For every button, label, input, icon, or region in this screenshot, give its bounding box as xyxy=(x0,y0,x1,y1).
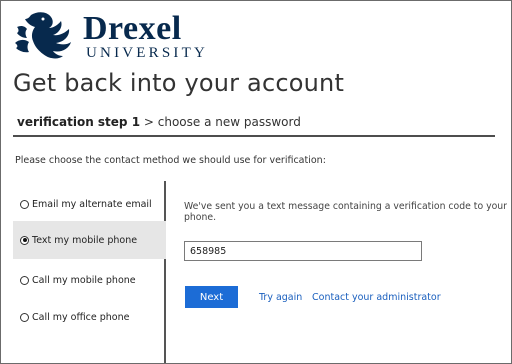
next-step: choose a new password xyxy=(157,115,301,129)
method-call-mobile[interactable]: Call my mobile phone xyxy=(13,261,166,299)
method-text-mobile[interactable]: Text my mobile phone xyxy=(13,221,166,259)
method-email-alternate[interactable]: Email my alternate email xyxy=(13,185,166,223)
radio-selected-icon[interactable] xyxy=(20,235,29,245)
next-button[interactable]: Next xyxy=(185,286,238,308)
contact-method-prompt: Please choose the contact method we shou… xyxy=(15,155,326,166)
verification-message: We've sent you a text message containing… xyxy=(184,201,508,223)
radio-icon[interactable] xyxy=(20,199,29,209)
radio-icon[interactable] xyxy=(20,275,29,285)
brand-name: Drexel xyxy=(83,10,182,47)
verification-code-input[interactable] xyxy=(184,241,422,261)
contact-method-list: Email my alternate email Text my mobile … xyxy=(13,181,166,363)
method-label: Call my mobile phone xyxy=(32,274,136,286)
header-divider xyxy=(13,135,495,137)
try-again-link[interactable]: Try again xyxy=(259,292,302,303)
password-reset-window: Drexel UNIVERSITY Get back into your acc… xyxy=(0,0,512,364)
dragon-icon xyxy=(15,12,71,59)
page-title: Get back into your account xyxy=(13,69,345,97)
method-label: Text my mobile phone xyxy=(32,234,138,246)
radio-icon[interactable] xyxy=(20,312,29,322)
drexel-logo: Drexel UNIVERSITY xyxy=(13,9,213,61)
step-breadcrumb: verification step 1 > choose a new passw… xyxy=(17,115,301,129)
brand-subtitle: UNIVERSITY xyxy=(86,45,208,61)
method-call-office[interactable]: Call my office phone xyxy=(13,298,166,336)
contact-admin-link[interactable]: Contact your administrator xyxy=(312,292,441,303)
current-step: verification step 1 xyxy=(17,115,141,129)
method-label: Email my alternate email xyxy=(32,198,152,210)
step-separator: > xyxy=(143,115,154,129)
method-label: Call my office phone xyxy=(32,311,130,323)
